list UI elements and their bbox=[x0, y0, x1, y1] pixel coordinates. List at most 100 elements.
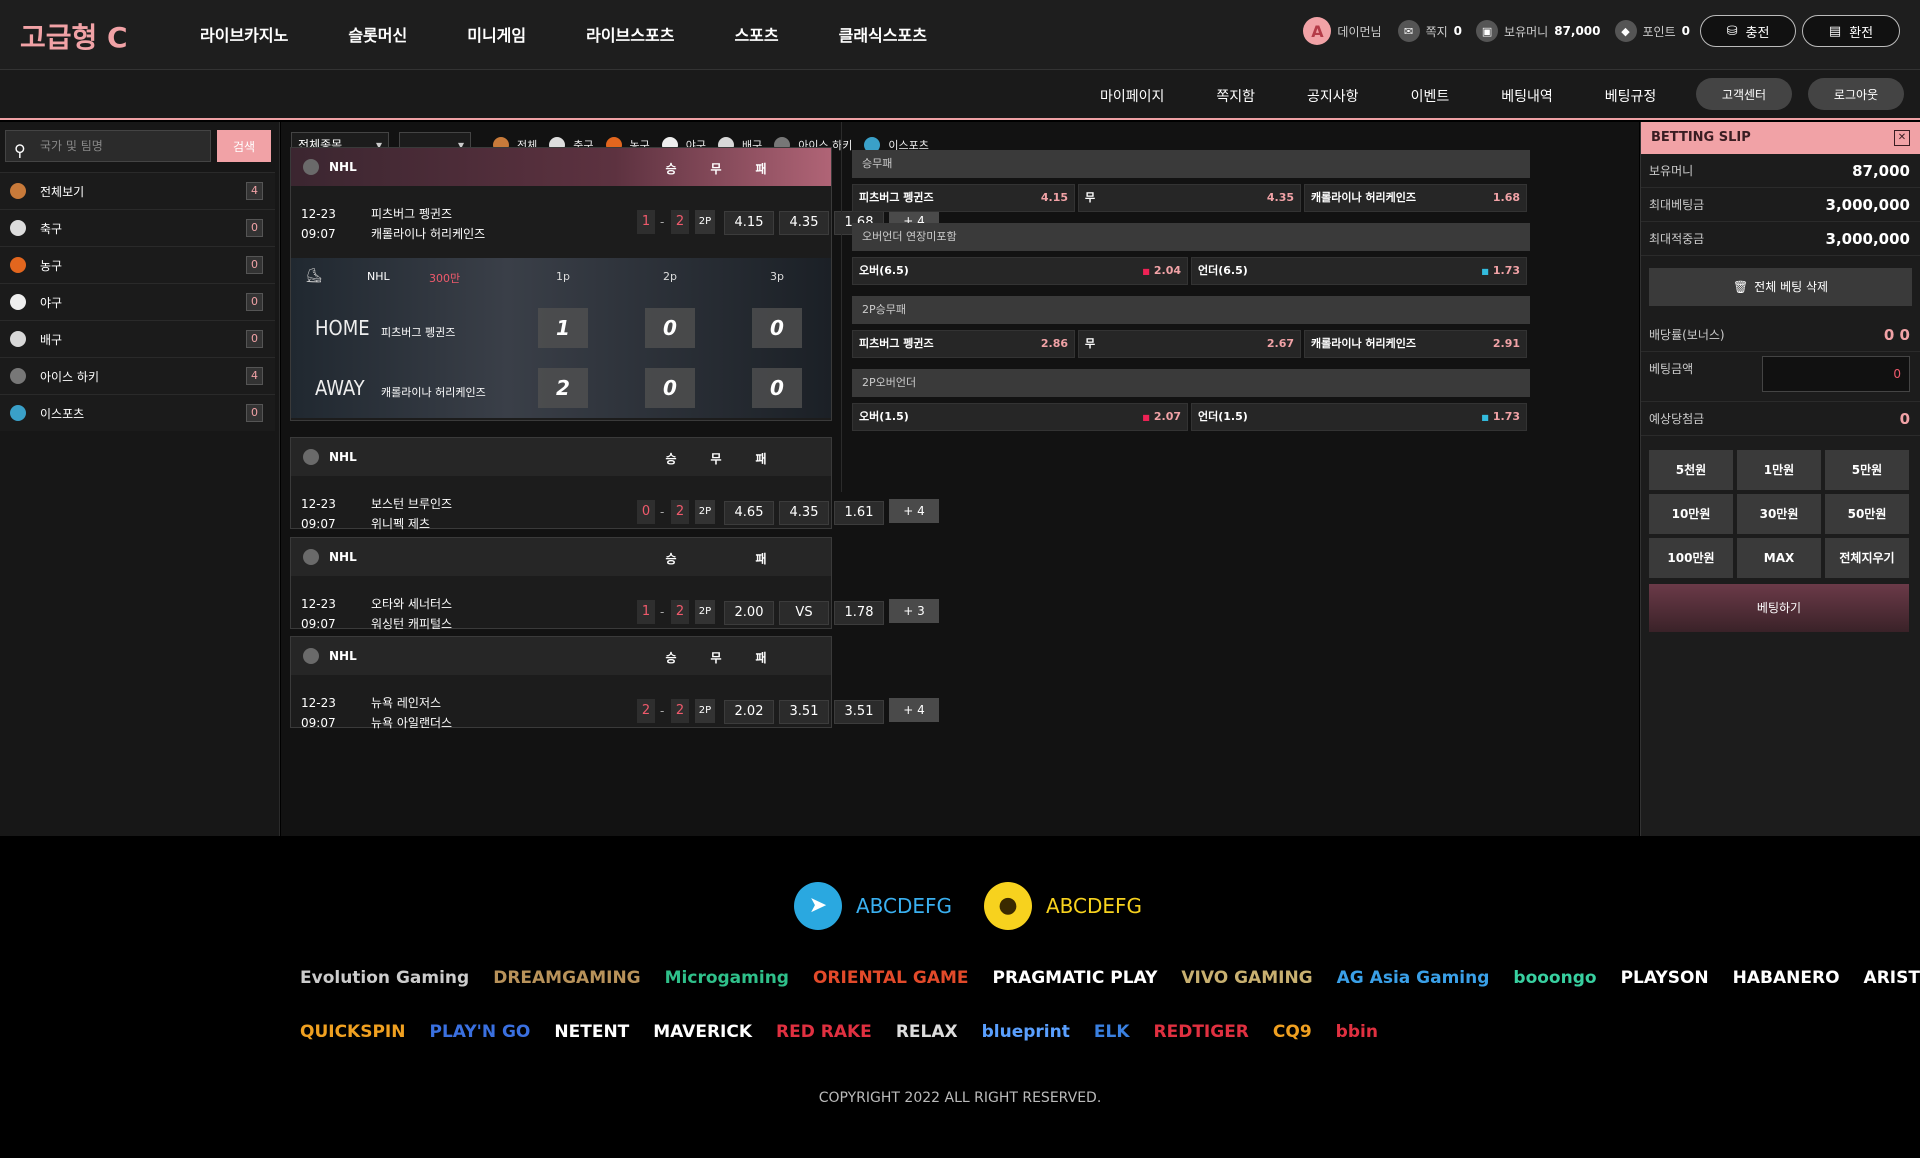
charge-icon: ⛁ bbox=[1726, 23, 1738, 39]
nav-slot[interactable]: 슬롯머신 bbox=[348, 22, 407, 46]
away-team: 워싱턴 캐피털스 bbox=[371, 617, 453, 631]
charge-button[interactable]: ⛁ 충전 bbox=[1700, 15, 1796, 47]
chip-500k[interactable]: 50만원 bbox=[1825, 494, 1909, 534]
chip-clear[interactable]: 전체지우기 bbox=[1825, 538, 1909, 578]
bet-amount-input[interactable]: 0 bbox=[1762, 356, 1910, 392]
home-label: HOME bbox=[315, 316, 370, 340]
market-odds-button[interactable]: 오버(6.5) ■ 2.04 bbox=[852, 257, 1188, 285]
market-odds-button[interactable]: 오버(1.5) ■ 2.07 bbox=[852, 403, 1188, 431]
game-date: 12-23 bbox=[301, 207, 336, 221]
score-dash: - bbox=[660, 605, 665, 619]
nav-classic-sports[interactable]: 클래식스포츠 bbox=[839, 22, 927, 46]
kakao-contact[interactable]: ● ABCDEFG bbox=[984, 882, 1142, 930]
market-title: 2P오버언더 bbox=[852, 369, 1530, 397]
more-markets-button[interactable]: + 3 bbox=[889, 599, 939, 623]
sidebar-item-count: 0 bbox=[246, 293, 263, 311]
chip-5k[interactable]: 5천원 bbox=[1649, 450, 1733, 490]
market-odds-button[interactable]: 캐롤라이나 허리케인즈 2.91 bbox=[1304, 330, 1527, 358]
more-markets-button[interactable]: + 4 bbox=[889, 499, 939, 523]
period-header: 3p bbox=[770, 270, 784, 283]
game-teams: 피츠버그 펭귄즈 캐롤라이나 허리케인즈 bbox=[371, 204, 485, 244]
provider-logo: PLAYSON bbox=[1620, 968, 1709, 988]
nav-live-casino[interactable]: 라이브카지노 bbox=[200, 22, 288, 46]
more-markets-button[interactable]: + 4 bbox=[889, 698, 939, 722]
odds-button[interactable]: 2.02 bbox=[724, 700, 774, 724]
game-header: NHL 승 무 패 bbox=[291, 637, 831, 675]
nav-minigame[interactable]: 미니게임 bbox=[467, 22, 526, 46]
sidebar-item[interactable]: 농구 0 bbox=[0, 246, 275, 283]
exchange-button[interactable]: ▤ 환전 bbox=[1802, 15, 1900, 47]
chip-1m[interactable]: 100만원 bbox=[1649, 538, 1733, 578]
clear-all-bets-button[interactable]: 🗑 전체 베팅 삭제 bbox=[1649, 268, 1912, 306]
sidebar-item[interactable]: 축구 0 bbox=[0, 209, 275, 246]
nav-sports[interactable]: 스포츠 bbox=[734, 22, 778, 46]
sub-header: 마이페이지 쪽지함 공지사항 이벤트 베팅내역 베팅규정 고객센터 로그아웃 bbox=[0, 70, 1920, 120]
odds-button[interactable]: 4.35 bbox=[779, 501, 829, 525]
sidebar-item[interactable]: 야구 0 bbox=[0, 283, 275, 320]
betting-slip: BETTING SLIP ✕ 보유머니 87,000 최대베팅금 3,000,000 … bbox=[1640, 122, 1920, 836]
subnav-messages[interactable]: 쪽지함 bbox=[1216, 86, 1255, 106]
subnav-bet-rules[interactable]: 베팅규정 bbox=[1605, 86, 1657, 106]
sidebar-item[interactable]: 아이스 하키 4 bbox=[0, 357, 275, 394]
col-lose: 패 bbox=[755, 162, 767, 176]
odds-button[interactable]: 4.15 bbox=[724, 211, 774, 235]
market-odds-button[interactable]: 피츠버그 펭귄즈 2.86 bbox=[852, 330, 1075, 358]
logout-button[interactable]: 로그아웃 bbox=[1808, 78, 1904, 110]
chip-100k[interactable]: 10만원 bbox=[1649, 494, 1733, 534]
market-odds-button[interactable]: 피츠버그 펭귄즈 4.15 bbox=[852, 184, 1075, 212]
game-teams: 뉴욕 레인저스 뉴욕 아일랜더스 bbox=[371, 693, 452, 733]
market-option: 피츠버그 펭귄즈 bbox=[859, 191, 934, 204]
market-row: 피츠버그 펭귄즈 2.86 무 2.67 캐롤라이나 허리케인즈 2.91 bbox=[852, 330, 1530, 358]
sidebar-item[interactable]: 배구 0 bbox=[0, 320, 275, 357]
sidebar-item[interactable]: 이스포츠 0 bbox=[0, 394, 275, 431]
message-icon[interactable]: ✉ bbox=[1397, 20, 1420, 42]
chip-10k[interactable]: 1만원 bbox=[1737, 450, 1821, 490]
top-header: 고급형 C 라이브카지노 슬롯머신 미니게임 라이브스포츠 스포츠 클래식스포츠… bbox=[0, 0, 1920, 70]
score-dash: - bbox=[660, 505, 665, 519]
odds-button[interactable]: 3.51 bbox=[779, 700, 829, 724]
market-title: 승무패 bbox=[852, 150, 1530, 178]
game-row: 12-23 09:07 뉴욕 레인저스 뉴욕 아일랜더스 2-2 2P 2.02 3.51 3.… bbox=[291, 675, 939, 745]
market-odds-button[interactable]: 언더(1.5) ■ 1.73 bbox=[1191, 403, 1527, 431]
close-icon[interactable]: ✕ bbox=[1894, 130, 1910, 146]
col-lose: 패 bbox=[755, 651, 767, 665]
bet-detail-panel: 승무패 피츠버그 펭귄즈 4.15 무 4.35 캐롤라이나 허리케인즈 1.68 오버언더 … bbox=[841, 122, 1539, 492]
nav-live-sports[interactable]: 라이브스포츠 bbox=[586, 22, 674, 46]
market-option: 언더(1.5) bbox=[1198, 410, 1248, 423]
subnav-mypage[interactable]: 마이페이지 bbox=[1100, 86, 1164, 106]
customer-center-button[interactable]: 고객센터 bbox=[1696, 78, 1792, 110]
subnav-bet-history[interactable]: 베팅내역 bbox=[1501, 86, 1553, 106]
live-away-team: 캐롤라이나 허리케인즈 bbox=[381, 386, 486, 399]
chip-50k[interactable]: 5만원 bbox=[1825, 450, 1909, 490]
sidebar-item[interactable]: 전체보기 4 bbox=[0, 172, 275, 209]
game-datetime: 12-23 09:07 bbox=[301, 494, 336, 534]
market-odds-button[interactable]: 무 4.35 bbox=[1078, 184, 1301, 212]
search-input[interactable]: ⚲ 국가 및 팀명 bbox=[5, 130, 211, 162]
odds-button[interactable]: 2.00 bbox=[724, 601, 774, 625]
subnav-notice[interactable]: 공지사항 bbox=[1307, 86, 1359, 106]
odds-button[interactable]: 4.65 bbox=[724, 501, 774, 525]
telegram-contact[interactable]: ➤ ABCDEFG bbox=[794, 882, 952, 930]
slip-maxbet-value: 3,000,000 bbox=[1825, 196, 1910, 214]
subnav-event[interactable]: 이벤트 bbox=[1411, 86, 1450, 106]
chip-max[interactable]: MAX bbox=[1737, 538, 1821, 578]
market-odds: 1.68 bbox=[1493, 185, 1520, 211]
odds-button[interactable]: 3.51 bbox=[834, 700, 884, 724]
odds-button[interactable]: 1.78 bbox=[834, 601, 884, 625]
hockey-icon bbox=[303, 449, 319, 465]
site-logo[interactable]: 고급형 C bbox=[20, 16, 128, 56]
search-button[interactable]: 검색 bbox=[217, 130, 271, 162]
market-odds-button[interactable]: 무 2.67 bbox=[1078, 330, 1301, 358]
chip-300k[interactable]: 30만원 bbox=[1737, 494, 1821, 534]
point-label: 포인트 bbox=[1642, 24, 1676, 39]
home-score: 2 bbox=[637, 699, 655, 723]
place-bet-button[interactable]: 베팅하기 bbox=[1649, 584, 1909, 632]
user-info: A 데이먼님 ✉ 쪽지 0 ▣ 보유머니 87,000 ◆ 포인트 0 ⛁ 충전 … bbox=[1303, 15, 1900, 47]
away-team: 위니펙 제츠 bbox=[371, 517, 431, 531]
market-odds-button[interactable]: 언더(6.5) ■ 1.73 bbox=[1191, 257, 1527, 285]
market-odds-button[interactable]: 캐롤라이나 허리케인즈 1.68 bbox=[1304, 184, 1527, 212]
message-label[interactable]: 쪽지 bbox=[1426, 23, 1448, 40]
odds-button[interactable]: 1.61 bbox=[834, 501, 884, 525]
odds-button[interactable]: 4.35 bbox=[779, 211, 829, 235]
market-title: 2P승무패 bbox=[852, 296, 1530, 324]
